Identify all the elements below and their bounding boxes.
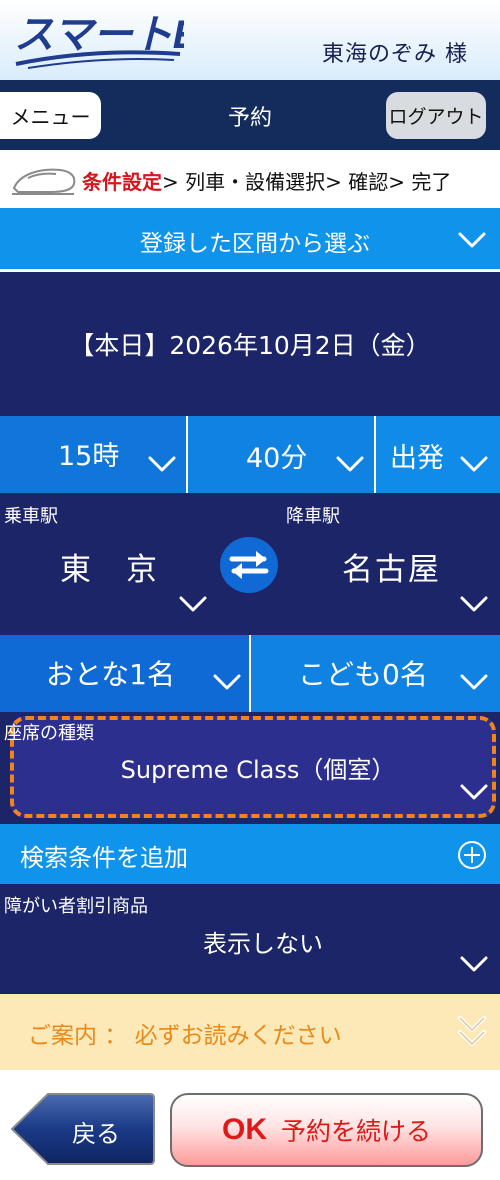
continue-label: 予約を続ける [280,1117,431,1146]
chevron-down-icon [179,596,207,612]
plus-circle-icon [458,841,486,869]
double-chevron-down-icon [458,1016,486,1046]
date-value: 【本日】2026年10月2日（金） [69,331,431,360]
menu-button[interactable]: メニュー [0,92,101,139]
continue-reservation-button[interactable]: OK 予約を続ける [170,1093,483,1167]
smart-ex-logo[interactable]: スマートEX [14,8,184,70]
chevron-down-icon [458,232,486,248]
chevron-down-icon [460,784,488,800]
chevron-down-icon [213,674,241,690]
seat-type-label: 座席の種類 [4,723,94,744]
add-search-conditions-label: 検索条件を追加 [20,844,188,872]
to-station[interactable]: 名古屋 [342,544,441,589]
step-current: 条件設定 [82,170,162,194]
chevron-down-icon [460,674,488,690]
to-station-label: 降車駅 [286,506,340,527]
hour-value: 15時 [58,441,120,472]
departure-mode-value: 出発 [390,443,444,474]
chevron-down-icon [460,596,488,612]
child-count: こども0名 [298,658,428,691]
discount-label: 障がい者割引商品 [4,896,148,917]
back-label: 戻る [72,1120,120,1148]
logout-button[interactable]: ログアウト [386,92,486,139]
shinkansen-icon [12,168,76,195]
user-name: 東海のぞみ 様 [322,42,468,67]
svg-text:スマートEX: スマートEX [14,13,184,57]
ok-label: OK [221,1113,267,1146]
from-station[interactable]: 東 京 [60,544,159,589]
saved-routes-label: 登録した区間から選ぶ [140,231,370,257]
chevron-down-icon [336,456,364,472]
chevron-down-icon [148,456,176,472]
adult-count: おとな1名 [46,658,175,691]
swap-stations-button[interactable] [220,537,278,593]
chevron-down-icon [460,956,488,972]
steps-text: 条件設定> 列車・設備選択> 確認> 完了 [82,166,451,195]
from-station-label: 乗車駅 [4,506,58,527]
minute-value: 40分 [246,443,308,474]
info-label: ご案内 ： 必ずお読みください [28,1023,342,1049]
discount-value: 表示しない [203,930,323,958]
step-rest: > 列車・設備選択> 確認> 完了 [162,170,452,194]
seat-type-value: Supreme Class（個室） [120,756,396,784]
chevron-down-icon [460,456,488,472]
swap-icon [229,551,269,579]
